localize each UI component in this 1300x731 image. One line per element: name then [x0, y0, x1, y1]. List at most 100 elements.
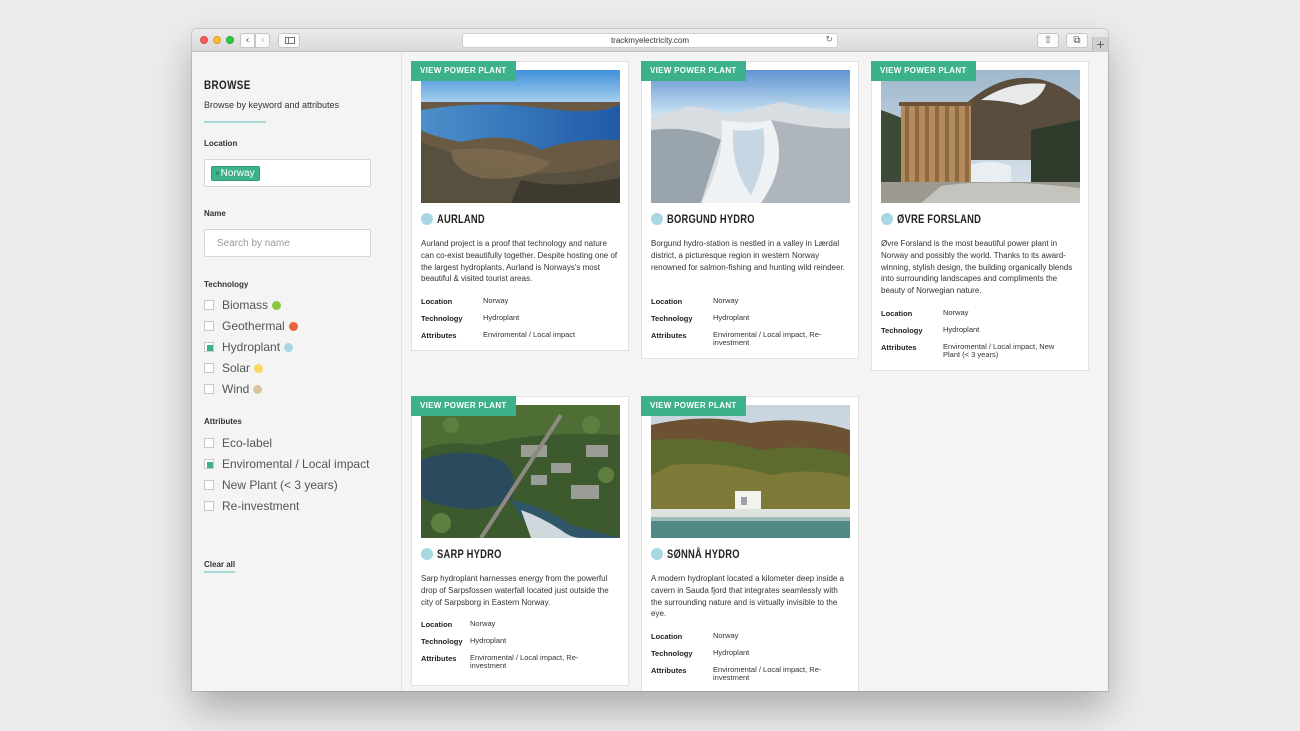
attributes-key: Attributes [651, 330, 687, 340]
attribute-eco-label-checkbox[interactable] [204, 438, 214, 448]
technology-biomass-label: Biomass [222, 298, 269, 312]
address-bar[interactable]: trackmyelectricity.com ↻ [462, 33, 838, 48]
plant-card[interactable]: VIEW POWER PLANT AURLAND Aurland project i… [411, 61, 629, 351]
technology-solar-color-dot [254, 364, 264, 373]
location-value: Norway [713, 631, 739, 641]
technology-value: Hydroplant [713, 647, 750, 657]
technology-geothermal-checkbox[interactable] [204, 321, 214, 331]
attribute-re-investment-checkbox[interactable] [204, 501, 214, 511]
location-key: Location [651, 632, 683, 642]
plant-card[interactable]: VIEW POWER PLANT BORGUND HYDRO Borgund hyd… [641, 61, 859, 359]
location-tag-label: Norway [220, 168, 255, 179]
location-key: Location [651, 297, 683, 307]
location-field[interactable]: ×Norway [204, 159, 371, 187]
reload-icon[interactable]: ↻ [825, 34, 833, 47]
technology-hydroplant-checkbox[interactable] [204, 342, 214, 352]
attributes-key: Attributes [421, 653, 457, 663]
attribute-enviromental-local-impact-checkbox[interactable] [204, 459, 214, 469]
new-tab-icon[interactable]: + [1092, 37, 1108, 52]
share-icon[interactable]: ⇧ [1037, 33, 1059, 48]
hydroplant-color-dot [421, 213, 433, 225]
attribute-eco-label-option[interactable]: Eco-label [204, 436, 272, 450]
attributes-value: Enviromental / Local impact, New Plant (… [943, 341, 1055, 359]
technology-wind-option[interactable]: Wind [204, 382, 263, 396]
technology-biomass-option[interactable]: Biomass [204, 298, 282, 312]
plant-title[interactable]: AURLAND [421, 212, 498, 227]
plant-photo[interactable] [421, 70, 620, 203]
forward-arrow-icon[interactable]: › [255, 33, 270, 48]
name-search-input[interactable]: Search by name [204, 229, 371, 257]
location-key: Location [881, 309, 913, 318]
technology-key: Technology [651, 313, 693, 323]
technology-geothermal-color-dot [288, 322, 298, 331]
back-arrow-icon[interactable]: ‹ [240, 33, 255, 48]
technology-solar-label: Solar [222, 361, 251, 375]
plant-title[interactable]: SØNNÅ HYDRO [651, 547, 760, 562]
sidebar-subtitle: Browse by keyword and attributes [204, 100, 340, 110]
plant-title[interactable]: SARP HYDRO [421, 547, 520, 562]
technology-geothermal-label: Geothermal [222, 319, 285, 333]
clear-all-link[interactable]: Clear all [204, 560, 236, 573]
technology-biomass-checkbox[interactable] [204, 300, 214, 310]
plant-card[interactable]: VIEW POWER PLANT SARP HYDRO Sarp hydroplan… [411, 396, 629, 686]
attribute-eco-label-label: Eco-label [222, 436, 273, 450]
hydroplant-color-dot [881, 213, 893, 225]
view-power-plant-button[interactable]: VIEW POWER PLANT [641, 396, 746, 416]
browse-sidebar: BROWSE Browse by keyword and attributes … [192, 52, 402, 691]
attribute-new-plant-3-years-checkbox[interactable] [204, 480, 214, 490]
sidebar-title: BROWSE [204, 78, 251, 92]
location-value: Norway [943, 308, 969, 317]
plant-photo[interactable] [651, 405, 850, 538]
name-label: Name [204, 209, 226, 218]
technology-key: Technology [421, 313, 463, 323]
plant-name: AURLAND [437, 212, 485, 226]
technology-key: Technology [651, 648, 693, 658]
technology-solar-option[interactable]: Solar [204, 361, 264, 375]
hydroplant-color-dot [651, 213, 663, 225]
plant-card[interactable]: VIEW POWER PLANT SØNNÅ HYDRO A modern hydr… [641, 396, 859, 691]
technology-hydroplant-option[interactable]: Hydroplant [204, 340, 294, 354]
plant-photo[interactable] [421, 405, 620, 538]
plant-title[interactable]: BORGUND HYDRO [651, 212, 780, 227]
technology-wind-label: Wind [222, 382, 250, 396]
view-power-plant-button[interactable]: VIEW POWER PLANT [641, 61, 746, 81]
attribute-enviromental-local-impact-option[interactable]: Enviromental / Local impact [204, 457, 369, 471]
plant-title[interactable]: ØVRE FORSLAND [881, 212, 1005, 227]
browser-toolbar: ‹ › trackmyelectricity.com ↻ ⇧ ⧉ + [192, 29, 1108, 52]
plant-name: ØVRE FORSLAND [897, 212, 982, 226]
plant-photo[interactable] [881, 70, 1080, 203]
plant-photo[interactable] [651, 70, 850, 203]
attribute-re-investment-label: Re-investment [222, 499, 300, 513]
address-bar-url: trackmyelectricity.com [610, 36, 690, 45]
remove-tag-icon[interactable]: × [215, 169, 220, 178]
hydroplant-color-dot [421, 548, 433, 560]
sidebar-toggle-icon[interactable] [278, 33, 300, 48]
plant-description: Borgund hydro-station is nestled in a va… [651, 239, 845, 272]
browser-window: ‹ › trackmyelectricity.com ↻ ⇧ ⧉ + BROWS… [192, 29, 1108, 691]
location-tag[interactable]: ×Norway [211, 166, 260, 181]
technology-geothermal-option[interactable]: Geothermal [204, 319, 298, 333]
attribute-new-plant-3-years-option[interactable]: New Plant (< 3 years) [204, 478, 338, 492]
attribute-enviromental-local-impact-label: Enviromental / Local impact [222, 457, 370, 471]
location-value: Norway [470, 619, 496, 629]
view-power-plant-button[interactable]: VIEW POWER PLANT [411, 396, 516, 416]
technology-value: Hydroplant [470, 635, 507, 645]
attribute-re-investment-option[interactable]: Re-investment [204, 499, 299, 513]
technology-wind-checkbox[interactable] [204, 384, 214, 394]
view-power-plant-button[interactable]: VIEW POWER PLANT [411, 61, 516, 81]
plant-card[interactable]: VIEW POWER PLANT ØVRE FORSLAND Øvre Forsla… [871, 61, 1089, 371]
plant-name: SØNNÅ HYDRO [667, 547, 740, 561]
technology-key: Technology [421, 636, 463, 646]
attributes-value: Enviromental / Local impact, Re-investme… [713, 664, 822, 682]
show-tabs-icon[interactable]: ⧉ [1066, 33, 1088, 48]
attribute-new-plant-3-years-label: New Plant (< 3 years) [222, 478, 338, 492]
view-power-plant-button[interactable]: VIEW POWER PLANT [871, 61, 976, 81]
attributes-value: Enviromental / Local impact [483, 329, 576, 339]
technology-hydroplant-label: Hydroplant [222, 340, 281, 354]
close-window-button[interactable] [200, 36, 208, 44]
zoom-window-button[interactable] [226, 36, 234, 44]
attributes-value: Enviromental / Local impact, Re-investme… [713, 329, 822, 347]
minimize-window-button[interactable] [213, 36, 221, 44]
technology-solar-checkbox[interactable] [204, 363, 214, 373]
plant-name: SARP HYDRO [437, 547, 502, 561]
